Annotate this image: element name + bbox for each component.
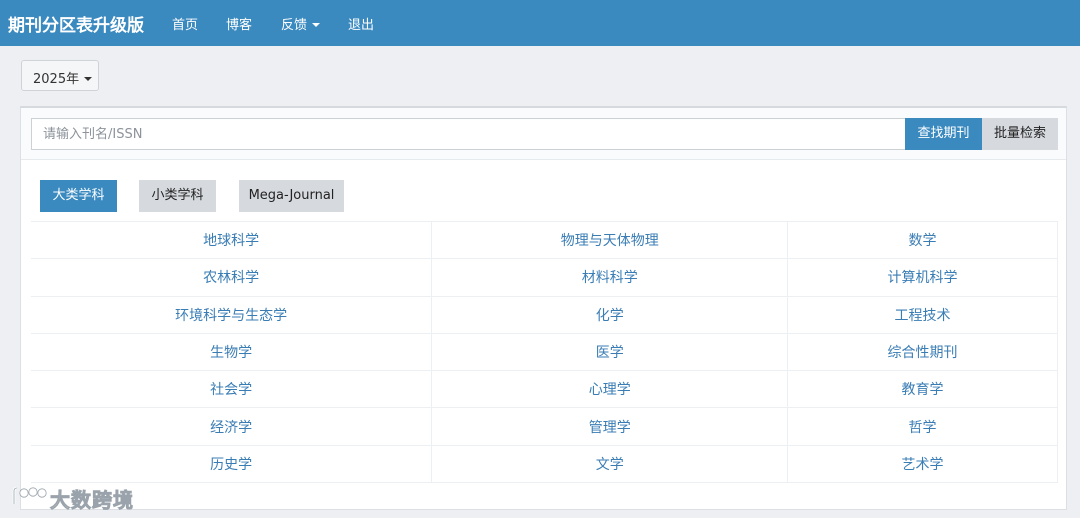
subject-link[interactable]: 生物学 <box>31 332 432 372</box>
subject-row: 社会学 心理学 教育学 <box>31 370 1058 409</box>
subject-link[interactable]: 计算机科学 <box>787 258 1058 297</box>
subject-link[interactable]: 地球科学 <box>31 220 432 260</box>
nav-feedback-dropdown[interactable]: 反馈 <box>281 14 321 33</box>
search-input[interactable] <box>31 118 906 150</box>
find-journal-button[interactable]: 查找期刊 <box>905 118 982 150</box>
subject-grid: 地球科学 物理与天体物理 数学 农林科学 材料科学 计算机科学 环境科学与生态学 化学 工程技术… <box>31 220 1058 484</box>
subject-link[interactable]: 物理与天体物理 <box>431 220 788 260</box>
main-panel: 查找期刊 批量检索 大类学科 小类学科 Mega-Journal 地球科学物理与… <box>20 106 1067 510</box>
nav-feedback-label: 反馈 <box>281 18 308 33</box>
subject-row: 历史学 文学 艺术学 <box>31 444 1058 484</box>
nav-blog-link[interactable]: 博客 <box>226 14 252 33</box>
subject-link[interactable]: 经济学 <box>31 407 432 446</box>
year-dropdown-label: 2025年 <box>33 72 80 87</box>
watermark-text: 大数跨境 <box>50 488 134 513</box>
subject-row: 农林科学 材料科学 计算机科学 <box>31 258 1058 297</box>
top-navbar: 期刊分区表升级版 首页 博客 反馈 退出 <box>0 0 1080 46</box>
chevron-down-icon <box>84 77 93 81</box>
nav-home-link[interactable]: 首页 <box>172 14 198 33</box>
tab-minor-subjects[interactable]: 小类学科 <box>139 180 216 212</box>
subject-row: 环境科学与生态学 化学 工程技术 <box>31 295 1058 334</box>
subject-link[interactable]: 艺术学 <box>787 444 1058 484</box>
search-bar: 查找期刊 批量检索 <box>21 108 1066 160</box>
subject-link[interactable]: 医学 <box>431 332 788 372</box>
subject-link[interactable]: 材料科学 <box>431 258 788 297</box>
brand-title[interactable]: 期刊分区表升级版 <box>8 11 144 36</box>
watermark-icon <box>12 486 47 504</box>
subject-link[interactable]: 社会学 <box>31 370 432 409</box>
subject-link[interactable]: 农林科学 <box>31 258 432 297</box>
subject-link[interactable]: 哲学 <box>787 407 1058 446</box>
subject-row: 地球科学 物理与天体物理 数学 <box>31 220 1058 260</box>
tab-mega-journal[interactable]: Mega-Journal <box>239 180 344 212</box>
batch-search-button[interactable]: 批量检索 <box>982 118 1058 150</box>
subject-row: 生物学 医学 综合性期刊 <box>31 332 1058 372</box>
nav-logout-link[interactable]: 退出 <box>348 14 374 33</box>
subject-link[interactable]: 教育学 <box>787 370 1058 409</box>
subject-link[interactable]: 历史学 <box>31 444 432 484</box>
year-dropdown[interactable]: 2025年 <box>21 60 99 91</box>
tab-major-subjects[interactable]: 大类学科 <box>40 180 117 212</box>
subject-link[interactable]: 心理学 <box>431 370 788 409</box>
subject-link[interactable]: 环境科学与生态学 <box>31 295 432 334</box>
chevron-down-icon <box>312 23 321 27</box>
subject-link[interactable]: 工程技术 <box>787 295 1058 334</box>
subject-link[interactable]: 文学 <box>431 444 788 484</box>
subject-link[interactable]: 数学 <box>787 220 1058 260</box>
subject-row: 经济学 管理学 哲学 <box>31 407 1058 446</box>
subject-link[interactable]: 综合性期刊 <box>787 332 1058 372</box>
subject-link[interactable]: 化学 <box>431 295 788 334</box>
subject-link[interactable]: 管理学 <box>431 407 788 446</box>
